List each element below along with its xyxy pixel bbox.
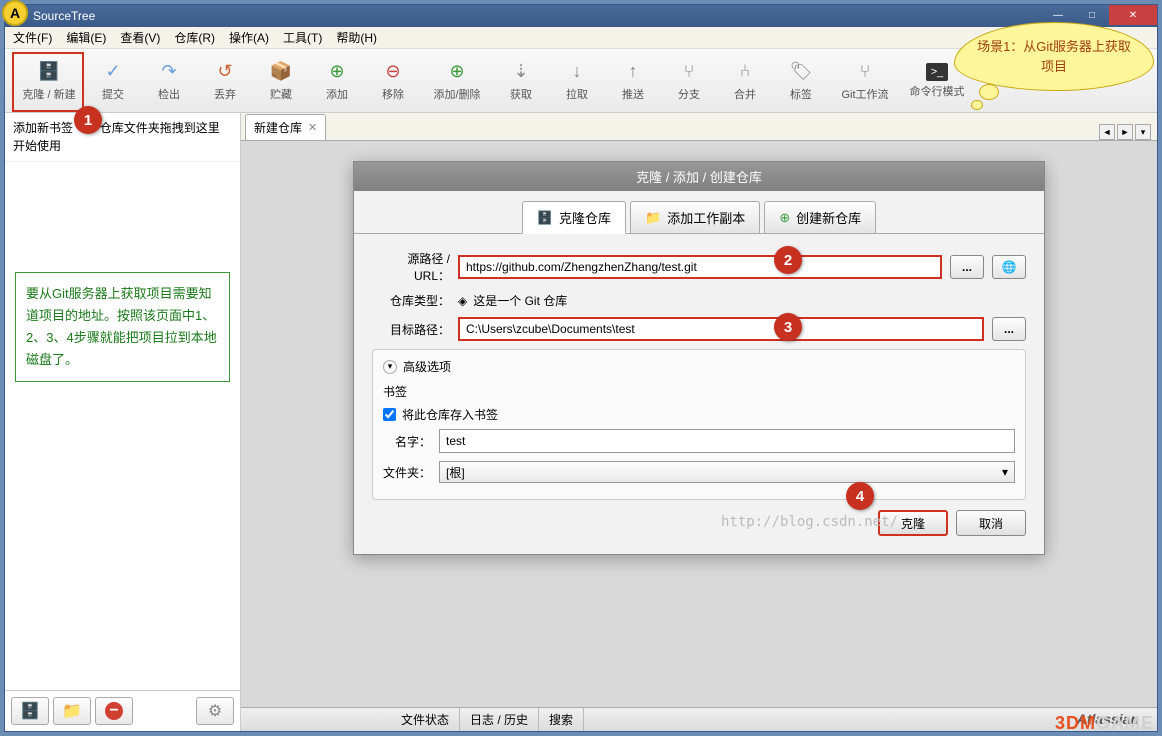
canvas: http://blog.csdn.net/ 克隆 / 添加 / 创建仓库 🗄️克… [241,141,1157,731]
tool-commit[interactable]: ✓提交 [85,53,141,109]
browse-source-button[interactable]: ... [950,255,984,279]
dialog-tabs: 🗄️克隆仓库 📁添加工作副本 ⊕创建新仓库 [354,191,1044,234]
dialog-tab-add-working[interactable]: 📁添加工作副本 [630,201,760,234]
repotype-value: ◈这是一个 Git 仓库 [458,292,567,309]
tab-close-icon[interactable]: ✕ [308,121,317,134]
menu-repo[interactable]: 仓库(R) [174,29,215,46]
tab-label: 新建仓库 [254,119,302,136]
folder-select[interactable]: [根]▾ [439,461,1015,483]
tool-merge[interactable]: ⑃合并 [717,53,773,109]
minus-icon: − [105,702,123,720]
tool-push[interactable]: ↑推送 [605,53,661,109]
bookmark-section-label: 书签 [383,383,1015,400]
sidebar-hint: 添加新书签 仓库文件夹拖拽到这里 开始使用 [5,113,240,162]
menu-action[interactable]: 操作(A) [229,29,269,46]
tool-tag[interactable]: 🏷标签 [773,53,829,109]
tool-pull[interactable]: ↓拉取 [549,53,605,109]
tool-fetch[interactable]: ⇣获取 [493,53,549,109]
gear-icon: ⚙ [208,701,222,721]
repotype-label: 仓库类型： [372,292,450,309]
plus-icon: ⊕ [779,210,790,226]
annotation-badge-4: 4 [846,482,874,510]
folder-label: 文件夹： [383,464,431,481]
bookmark-check-label: 将此仓库存入书签 [402,406,498,423]
annotation-callout: 场景1：从Git服务器上获取项目 [954,22,1154,98]
menu-tools[interactable]: 工具(T) [283,29,322,46]
cancel-button[interactable]: 取消 [956,510,1026,536]
annotation-badge-3: 3 [774,313,802,341]
plus-folder-icon: 📁 [62,701,82,721]
menu-help[interactable]: 帮助(H) [336,29,377,46]
globe-icon: 🌐 [1002,260,1017,274]
sidebar-settings-button[interactable]: ⚙ [196,697,234,725]
sidebar: 添加新书签 仓库文件夹拖拽到这里 开始使用 要从Git服务器上获取项目需要知道项… [5,113,241,731]
tool-clone-new[interactable]: 🗄️克隆 / 新建 [13,53,85,109]
content-area: 新建仓库 ✕ ◄ ► ▾ http://blog.csdn.net/ 克隆 / … [241,113,1157,731]
db-icon: 🗄️ [537,210,553,226]
browse-dest-button[interactable]: ... [992,317,1026,341]
status-log[interactable]: 日志 / 历史 [460,708,539,731]
tool-remove[interactable]: ⊖移除 [365,53,421,109]
dialog-tab-clone[interactable]: 🗄️克隆仓库 [522,201,626,234]
sidebar-add-repo-button[interactable]: 🗄️ [11,697,49,725]
tool-checkout[interactable]: ↷检出 [141,53,197,109]
sidebar-bottom-toolbar: 🗄️ 📁 − ⚙ [5,690,240,731]
bookmark-checkbox[interactable] [383,408,396,421]
tool-add[interactable]: ⊕添加 [309,53,365,109]
menu-view[interactable]: 查看(V) [120,29,160,46]
sidebar-help-box: 要从Git服务器上获取项目需要知道项目的地址。按照该页面中1、2、3、4步骤就能… [15,272,230,382]
chevron-down-icon: ▾ [1002,465,1008,479]
status-file[interactable]: 文件状态 [391,708,460,731]
annotation-badge-a: A [2,0,28,26]
folder-icon: 📁 [645,210,661,226]
tool-gitflow[interactable]: ⑂Git工作流 [829,53,901,109]
globe-button[interactable]: 🌐 [992,255,1026,279]
status-search[interactable]: 搜索 [539,708,584,731]
dialog-tab-create[interactable]: ⊕创建新仓库 [764,201,876,234]
watermark-3dmgame: 3DMGAME [1055,713,1154,734]
annotation-badge-1: 1 [74,106,102,134]
source-url-input[interactable] [458,255,942,279]
clone-button[interactable]: 克隆 [878,510,948,536]
sidebar-add-folder-button[interactable]: 📁 [53,697,91,725]
tool-add-remove[interactable]: ⊕添加/删除 [421,53,493,109]
menu-edit[interactable]: 编辑(E) [66,29,106,46]
advanced-toggle[interactable]: ▾高级选项 [383,358,1015,375]
statusbar: 文件状态 日志 / 历史 搜索 Atlassian [241,707,1157,731]
dialog-title: 克隆 / 添加 / 创建仓库 [354,162,1044,191]
tab-next-button[interactable]: ► [1117,124,1133,140]
menu-file[interactable]: 文件(F) [13,29,52,46]
tool-stash[interactable]: 📦贮藏 [253,53,309,109]
source-url-label: 源路径 / URL： [372,250,450,284]
clone-dialog: 克隆 / 添加 / 创建仓库 🗄️克隆仓库 📁添加工作副本 ⊕创建新仓库 源路径… [353,161,1045,555]
tab-prev-button[interactable]: ◄ [1099,124,1115,140]
annotation-badge-2: 2 [774,246,802,274]
tab-list-button[interactable]: ▾ [1135,124,1151,140]
plus-db-icon: 🗄️ [20,701,40,721]
tool-discard[interactable]: ↺丢弃 [197,53,253,109]
main-window: SourceTree — □ ✕ 文件(F) 编辑(E) 查看(V) 仓库(R)… [4,4,1158,732]
chevron-down-icon: ▾ [383,360,397,374]
dest-path-input[interactable] [458,317,984,341]
sidebar-delete-button[interactable]: − [95,697,133,725]
tab-new-repo[interactable]: 新建仓库 ✕ [245,114,326,140]
window-title: SourceTree [33,9,95,23]
tool-branch[interactable]: ⑂分支 [661,53,717,109]
advanced-panel: ▾高级选项 书签 将此仓库存入书签 名字： 文件夹： [372,349,1026,500]
name-label: 名字： [383,433,431,450]
name-input[interactable] [439,429,1015,453]
dest-path-label: 目标路径： [372,321,450,338]
tab-strip: 新建仓库 ✕ ◄ ► ▾ [241,113,1157,141]
git-icon: ◈ [458,294,467,308]
